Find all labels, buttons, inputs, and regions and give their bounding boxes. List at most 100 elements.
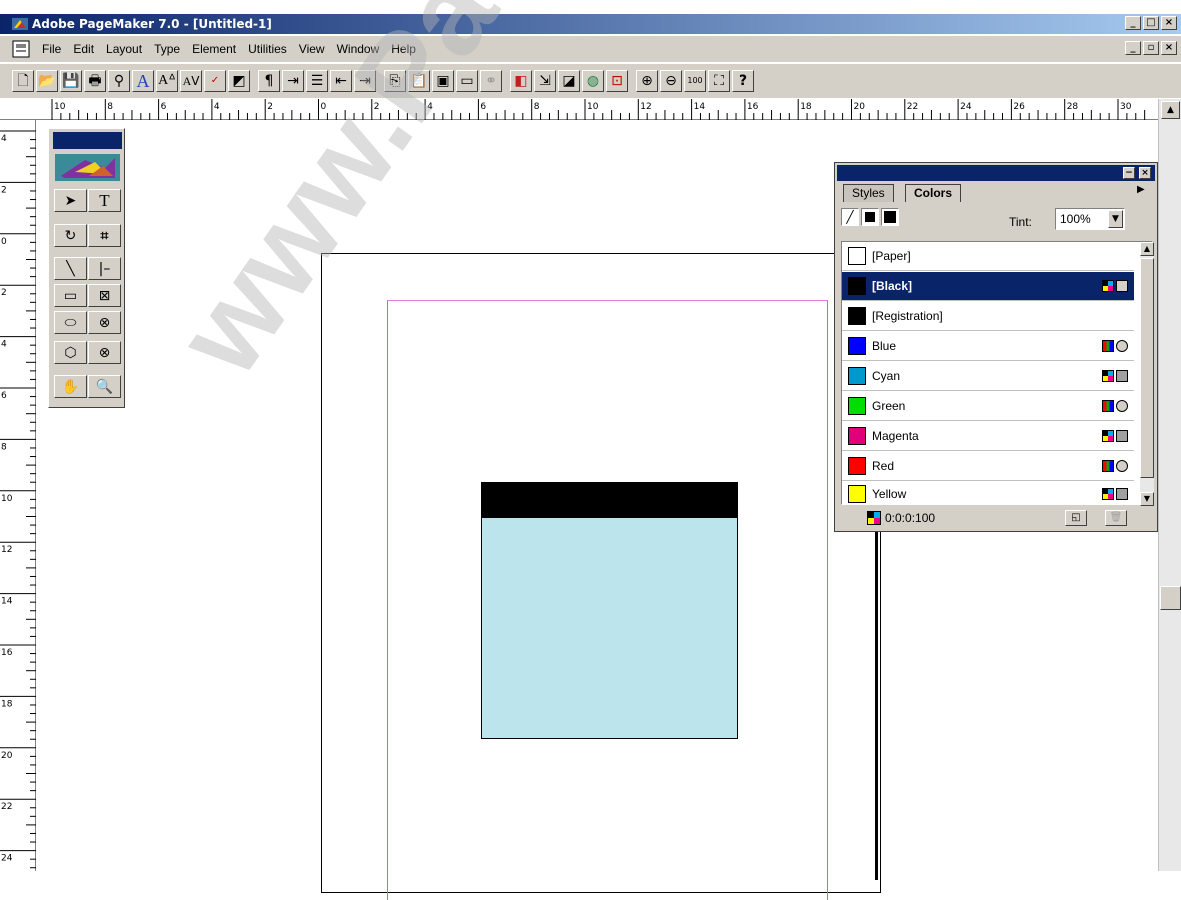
vertical-ruler[interactable]: 4 2 0 2 4 6 8 10 12 14 16 18 20 22 24 bbox=[0, 120, 36, 871]
fill-and-stroke-button-icon[interactable] bbox=[881, 208, 899, 226]
scroll-up-arrow-icon[interactable]: ▲ bbox=[1161, 101, 1180, 119]
paragraph-icon[interactable]: ¶ bbox=[258, 70, 280, 92]
indent-tabs-icon[interactable]: ⇥ bbox=[282, 70, 304, 92]
bullets-icon[interactable]: ☰ bbox=[306, 70, 328, 92]
palette-menu-arrow-icon[interactable]: ▶ bbox=[1137, 184, 1145, 195]
v-ruler-label: 16 bbox=[1, 648, 13, 658]
help-icon[interactable]: ? bbox=[732, 70, 754, 92]
print-icon[interactable]: 🖶 bbox=[84, 70, 106, 92]
h-ruler-label: 4 bbox=[427, 102, 433, 112]
pointer-tool-icon[interactable]: ➤ bbox=[54, 189, 87, 212]
toolbox-title-bar[interactable] bbox=[53, 132, 122, 149]
copy-icon[interactable]: ⎘ bbox=[384, 70, 406, 92]
palette-minimize-button[interactable]: − bbox=[1123, 167, 1135, 179]
color-row-cyan[interactable]: Cyan bbox=[842, 362, 1134, 391]
menu-element[interactable]: Element bbox=[186, 42, 242, 56]
hand-tool-icon[interactable]: ✋ bbox=[54, 375, 87, 398]
fill-button-icon[interactable] bbox=[861, 208, 879, 226]
fit-page-icon[interactable]: ⛶ bbox=[708, 70, 730, 92]
pdf-icon[interactable]: ⊡ bbox=[606, 70, 628, 92]
constrained-line-tool-icon[interactable]: |– bbox=[88, 257, 121, 280]
font-icon[interactable]: A bbox=[132, 70, 154, 92]
doc-close-button[interactable]: × bbox=[1161, 41, 1177, 55]
vertical-scrollbar[interactable]: ▲ bbox=[1158, 99, 1181, 871]
font-size-increase-icon[interactable]: Aᐞ bbox=[156, 70, 178, 92]
close-button[interactable]: × bbox=[1161, 16, 1177, 30]
globe-icon[interactable]: ◍ bbox=[582, 70, 604, 92]
zoom-in-icon[interactable]: ⊕ bbox=[636, 70, 658, 92]
ellipse-frame-tool-icon[interactable]: ⊗ bbox=[88, 311, 121, 334]
minimize-button[interactable]: _ bbox=[1125, 16, 1141, 30]
crop-tool-icon[interactable]: ⌗ bbox=[88, 224, 121, 247]
color-row-paper[interactable]: [Paper] bbox=[842, 242, 1134, 271]
rotate-tool-icon[interactable]: ↻ bbox=[54, 224, 87, 247]
polygon-frame-tool-icon[interactable]: ⊗ bbox=[88, 341, 121, 364]
color-row-magenta[interactable]: Magenta bbox=[842, 422, 1134, 451]
open-folder-icon[interactable]: 📂 bbox=[36, 70, 58, 92]
line-tool-icon[interactable]: ╲ bbox=[54, 257, 87, 280]
palette-close-button[interactable]: × bbox=[1139, 167, 1151, 179]
place-icon[interactable]: ▣ bbox=[432, 70, 454, 92]
link-icon[interactable]: ⚭ bbox=[480, 70, 502, 92]
trash-icon[interactable]: 🗑 bbox=[1105, 510, 1127, 526]
list-scroll-thumb[interactable] bbox=[1140, 258, 1154, 478]
color-row-registration[interactable]: [Registration] bbox=[842, 302, 1134, 331]
menu-view[interactable]: View bbox=[293, 42, 331, 56]
font-size-decrease-icon[interactable]: Aᐯ bbox=[180, 70, 202, 92]
document-control-icon[interactable] bbox=[12, 40, 30, 58]
spell-check-icon[interactable]: ✓ bbox=[204, 70, 226, 92]
frame-icon[interactable]: ▭ bbox=[456, 70, 478, 92]
h-ruler-label: 20 bbox=[854, 102, 866, 112]
color-list-scrollbar[interactable]: ▲ ▼ bbox=[1140, 242, 1154, 506]
fill-stroke-icon[interactable]: ◩ bbox=[228, 70, 250, 92]
tab-styles[interactable]: Styles bbox=[843, 184, 894, 202]
menu-edit[interactable]: Edit bbox=[67, 42, 100, 56]
text-tool-icon[interactable]: T bbox=[88, 189, 121, 212]
increase-indent-icon[interactable]: ⇥ bbox=[354, 70, 376, 92]
maximize-button[interactable]: □ bbox=[1143, 16, 1159, 30]
menu-type[interactable]: Type bbox=[148, 42, 186, 56]
list-scroll-down-icon[interactable]: ▼ bbox=[1140, 492, 1154, 506]
scroll-thumb[interactable] bbox=[1160, 586, 1181, 610]
v-ruler-label: 2 bbox=[1, 185, 7, 195]
paste-icon[interactable]: 📋 bbox=[408, 70, 430, 92]
window-title: Adobe PageMaker 7.0 - [Untitled-1] bbox=[32, 17, 272, 31]
menu-window[interactable]: Window bbox=[331, 42, 386, 56]
menu-file[interactable]: File bbox=[36, 42, 67, 56]
decrease-indent-icon[interactable]: ⇤ bbox=[330, 70, 352, 92]
color-name: [Registration] bbox=[872, 309, 943, 323]
export-icon[interactable]: ⇲ bbox=[534, 70, 556, 92]
rectangle-tool-icon[interactable]: ▭ bbox=[54, 284, 87, 307]
color-row-red[interactable]: Red bbox=[842, 452, 1134, 481]
tint-dropdown-arrow-icon[interactable]: ▼ bbox=[1108, 210, 1123, 228]
horizontal-ruler[interactable]: 10864202468101214161820222426283032 bbox=[0, 99, 1158, 120]
color-row-yellow[interactable]: Yellow bbox=[842, 482, 1134, 506]
image-icon[interactable]: ◪ bbox=[558, 70, 580, 92]
zoom-out-icon[interactable]: ⊖ bbox=[660, 70, 682, 92]
color-row-black[interactable]: [Black] bbox=[842, 272, 1134, 301]
actual-size-icon[interactable]: 100 bbox=[684, 70, 706, 92]
menu-help[interactable]: Help bbox=[385, 42, 422, 56]
find-binoculars-icon[interactable]: ⚲ bbox=[108, 70, 130, 92]
light-blue-rectangle[interactable] bbox=[481, 518, 738, 739]
color-row-green[interactable]: Green bbox=[842, 392, 1134, 421]
doc-minimize-button[interactable]: _ bbox=[1125, 41, 1141, 55]
ellipse-tool-icon[interactable]: ⬭ bbox=[54, 311, 87, 334]
color-row-blue[interactable]: Blue bbox=[842, 332, 1134, 361]
color-palette-icon[interactable]: ◧ bbox=[510, 70, 532, 92]
polygon-tool-icon[interactable]: ⬡ bbox=[54, 341, 87, 364]
new-color-icon[interactable]: ◱ bbox=[1065, 510, 1087, 526]
palette-title-bar[interactable]: − × bbox=[837, 165, 1155, 181]
save-icon[interactable]: 💾 bbox=[60, 70, 82, 92]
tab-colors[interactable]: Colors bbox=[905, 184, 962, 202]
h-ruler-label: 28 bbox=[1067, 102, 1079, 112]
menu-layout[interactable]: Layout bbox=[100, 42, 148, 56]
rectangle-frame-tool-icon[interactable]: ⊠ bbox=[88, 284, 121, 307]
menu-utilities[interactable]: Utilities bbox=[242, 42, 293, 56]
zoom-tool-icon[interactable]: 🔍 bbox=[88, 375, 121, 398]
stroke-button-icon[interactable]: ╱ bbox=[841, 208, 859, 226]
doc-restore-button[interactable]: ▫ bbox=[1143, 41, 1159, 55]
black-header-rectangle[interactable] bbox=[481, 482, 738, 518]
new-document-icon[interactable]: 🗋 bbox=[12, 70, 34, 92]
list-scroll-up-icon[interactable]: ▲ bbox=[1140, 242, 1154, 256]
